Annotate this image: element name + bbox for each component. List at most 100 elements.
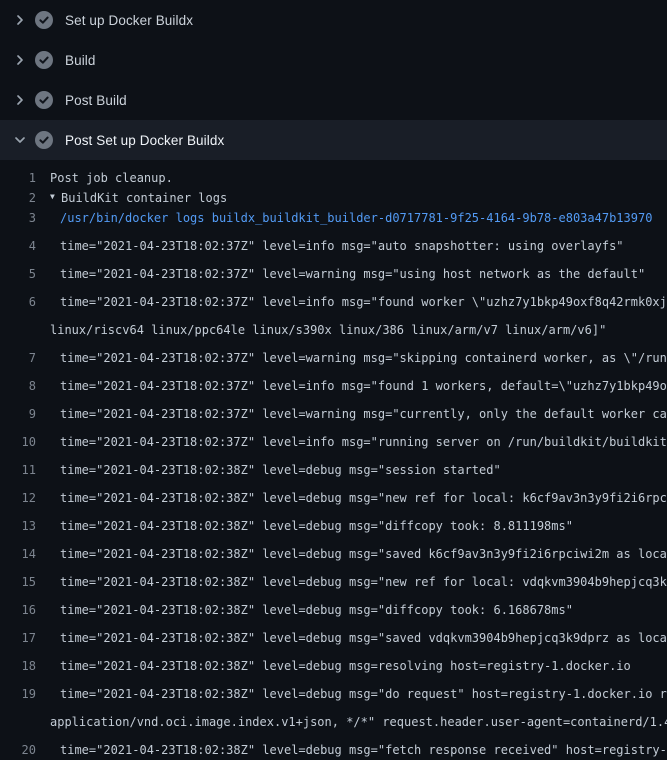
log-line-text: time="2021-04-23T18:02:37Z" level=warnin… <box>36 404 667 424</box>
log-line-text: time="2021-04-23T18:02:37Z" level=info m… <box>36 236 624 256</box>
check-circle-icon <box>35 131 53 149</box>
log-line: 4 time="2021-04-23T18:02:37Z" level=info… <box>0 228 667 256</box>
log-line-number[interactable]: 5 <box>0 264 36 284</box>
step-label: Set up Docker Buildx <box>65 13 193 28</box>
log-line: 5 time="2021-04-23T18:02:37Z" level=warn… <box>0 256 667 284</box>
log-line-number[interactable]: 6 <box>0 292 36 312</box>
check-circle-icon <box>35 51 53 69</box>
log-line-text: time="2021-04-23T18:02:37Z" level=warnin… <box>36 348 667 368</box>
step-row[interactable]: Set up Docker Buildx <box>0 0 667 40</box>
log-line-number[interactable]: 11 <box>0 460 36 480</box>
log-line-number[interactable]: 1 <box>0 168 36 188</box>
log-line-message: time="2021-04-23T18:02:38Z" level=debug … <box>60 740 667 760</box>
log-line-message: /usr/bin/docker logs buildx_buildkit_bui… <box>60 208 652 228</box>
step-row[interactable]: Post Build <box>0 80 667 120</box>
log-line-number[interactable]: 17 <box>0 628 36 648</box>
log-line: 1 Post job cleanup. <box>0 168 667 188</box>
log-line-text: time="2021-04-23T18:02:38Z" level=debug … <box>36 740 667 760</box>
step-label: Post Set up Docker Buildx <box>65 133 224 148</box>
log-line-number[interactable]: 16 <box>0 600 36 620</box>
workflow-steps-list: Set up Docker Buildx Build P <box>0 0 667 160</box>
check-circle-icon <box>35 11 53 29</box>
log-line-message: application/vnd.oci.image.index.v1+json,… <box>50 712 667 732</box>
log-line-message: time="2021-04-23T18:02:38Z" level=debug … <box>60 684 667 704</box>
log-line-number[interactable]: 7 <box>0 348 36 368</box>
log-line-message: time="2021-04-23T18:02:38Z" level=debug … <box>60 460 501 480</box>
chevron-right-icon[interactable] <box>12 52 28 68</box>
log-line-message: time="2021-04-23T18:02:38Z" level=debug … <box>60 656 631 676</box>
log-line: 8 time="2021-04-23T18:02:37Z" level=info… <box>0 368 667 396</box>
log-line-text: time="2021-04-23T18:02:37Z" level=info m… <box>36 292 667 312</box>
log-line-message: time="2021-04-23T18:02:37Z" level=warnin… <box>60 348 667 368</box>
log-line-number[interactable]: 14 <box>0 544 36 564</box>
log-line-text: Post job cleanup. <box>36 168 173 188</box>
log-line-message: time="2021-04-23T18:02:38Z" level=debug … <box>60 544 667 564</box>
log-line-text: /usr/bin/docker logs buildx_buildkit_bui… <box>36 208 652 228</box>
log-view: 1 Post job cleanup. 2 ▼BuildKit containe… <box>0 160 667 760</box>
log-line-text: time="2021-04-23T18:02:38Z" level=debug … <box>36 684 667 704</box>
log-line-number[interactable]: 12 <box>0 488 36 508</box>
log-line-number[interactable]: 9 <box>0 404 36 424</box>
log-line-text: time="2021-04-23T18:02:38Z" level=debug … <box>36 628 667 648</box>
log-line: 19 time="2021-04-23T18:02:38Z" level=deb… <box>0 676 667 704</box>
log-line-text: application/vnd.oci.image.index.v1+json,… <box>36 712 667 732</box>
log-line: 11 time="2021-04-23T18:02:38Z" level=deb… <box>0 452 667 480</box>
log-line-text: time="2021-04-23T18:02:37Z" level=info m… <box>36 432 667 452</box>
log-line-message: time="2021-04-23T18:02:37Z" level=info m… <box>60 292 667 312</box>
log-line-text: time="2021-04-23T18:02:38Z" level=debug … <box>36 488 667 508</box>
log-line-message: time="2021-04-23T18:02:37Z" level=info m… <box>60 236 624 256</box>
log-group-caret-icon[interactable]: ▼ <box>50 188 61 207</box>
log-line-number[interactable]: 13 <box>0 516 36 536</box>
log-line-number[interactable]: 2 <box>0 188 36 208</box>
log-line-text: time="2021-04-23T18:02:38Z" level=debug … <box>36 572 667 592</box>
log-line-number[interactable]: 15 <box>0 572 36 592</box>
step-row[interactable]: Build <box>0 40 667 80</box>
log-line-text: time="2021-04-23T18:02:38Z" level=debug … <box>36 516 573 536</box>
log-line-text: time="2021-04-23T18:02:38Z" level=debug … <box>36 600 573 620</box>
log-line-message: time="2021-04-23T18:02:38Z" level=debug … <box>60 628 667 648</box>
log-line: linux/riscv64 linux/ppc64le linux/s390x … <box>0 312 667 340</box>
log-line-number[interactable]: 3 <box>0 208 36 228</box>
log-line-message: time="2021-04-23T18:02:37Z" level=warnin… <box>60 404 667 424</box>
log-line: 20 time="2021-04-23T18:02:38Z" level=deb… <box>0 732 667 760</box>
log-line-text: ▼BuildKit container logs <box>36 188 227 208</box>
chevron-right-icon[interactable] <box>12 12 28 28</box>
chevron-right-icon[interactable] <box>12 92 28 108</box>
log-line-message: time="2021-04-23T18:02:38Z" level=debug … <box>60 516 573 536</box>
log-line-message: Post job cleanup. <box>50 168 173 188</box>
log-line: 3 /usr/bin/docker logs buildx_buildkit_b… <box>0 208 667 228</box>
log-line-message: time="2021-04-23T18:02:38Z" level=debug … <box>60 488 667 508</box>
log-line-text: time="2021-04-23T18:02:37Z" level=warnin… <box>36 264 645 284</box>
log-line: 10 time="2021-04-23T18:02:37Z" level=inf… <box>0 424 667 452</box>
check-circle-icon <box>35 91 53 109</box>
step-label: Build <box>65 53 96 68</box>
chevron-down-icon[interactable] <box>12 132 28 148</box>
step-label: Post Build <box>65 93 127 108</box>
log-line-number[interactable]: 4 <box>0 236 36 256</box>
log-line-text: time="2021-04-23T18:02:38Z" level=debug … <box>36 656 631 676</box>
log-line: 2 ▼BuildKit container logs <box>0 188 667 208</box>
log-line-message: time="2021-04-23T18:02:38Z" level=debug … <box>60 600 573 620</box>
log-line-number[interactable]: 8 <box>0 376 36 396</box>
log-line: 13 time="2021-04-23T18:02:38Z" level=deb… <box>0 508 667 536</box>
log-line-number[interactable]: 20 <box>0 740 36 760</box>
log-line: 17 time="2021-04-23T18:02:38Z" level=deb… <box>0 620 667 648</box>
log-line: 6 time="2021-04-23T18:02:37Z" level=info… <box>0 284 667 312</box>
log-line-message: time="2021-04-23T18:02:37Z" level=info m… <box>60 432 667 452</box>
log-line-text: linux/riscv64 linux/ppc64le linux/s390x … <box>36 320 606 340</box>
log-line-number[interactable] <box>0 320 36 340</box>
log-line-number[interactable]: 19 <box>0 684 36 704</box>
log-line-message: time="2021-04-23T18:02:38Z" level=debug … <box>60 572 667 592</box>
log-line-text: time="2021-04-23T18:02:38Z" level=debug … <box>36 460 501 480</box>
log-line: 9 time="2021-04-23T18:02:37Z" level=warn… <box>0 396 667 424</box>
log-line-text: time="2021-04-23T18:02:38Z" level=debug … <box>36 544 667 564</box>
log-line: 18 time="2021-04-23T18:02:38Z" level=deb… <box>0 648 667 676</box>
log-line: 16 time="2021-04-23T18:02:38Z" level=deb… <box>0 592 667 620</box>
log-line-number[interactable] <box>0 712 36 732</box>
log-line-message: linux/riscv64 linux/ppc64le linux/s390x … <box>50 320 606 340</box>
step-row[interactable]: Post Set up Docker Buildx <box>0 120 667 160</box>
log-line-message: time="2021-04-23T18:02:37Z" level=info m… <box>60 376 667 396</box>
log-line: 14 time="2021-04-23T18:02:38Z" level=deb… <box>0 536 667 564</box>
log-line-number[interactable]: 10 <box>0 432 36 452</box>
log-line-number[interactable]: 18 <box>0 656 36 676</box>
